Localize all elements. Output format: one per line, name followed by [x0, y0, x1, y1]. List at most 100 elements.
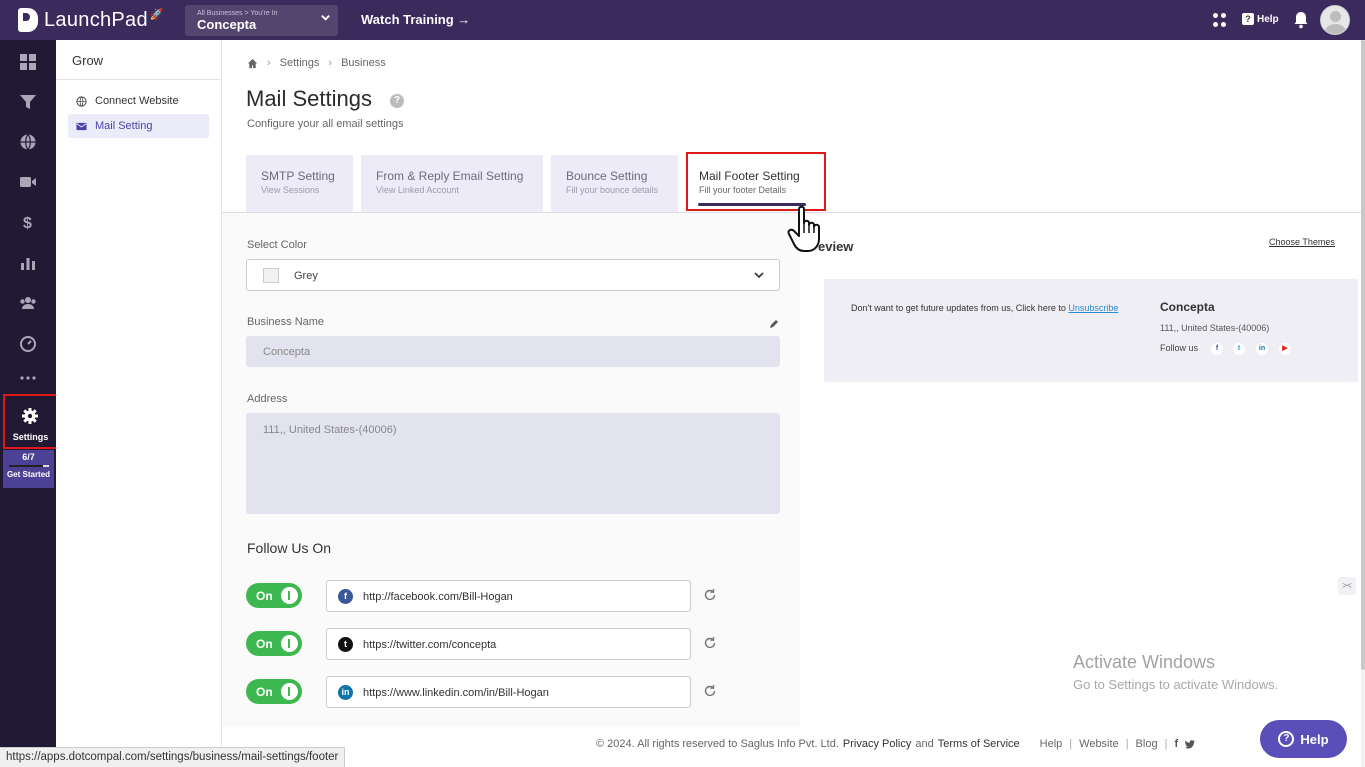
help-fab-label: Help — [1300, 731, 1329, 747]
bell-icon[interactable] — [1293, 11, 1309, 29]
unsubscribe-text: Don't want to get future updates from us… — [851, 303, 1118, 313]
refresh-icon[interactable] — [703, 588, 717, 602]
footer-pipe: | — [1125, 738, 1129, 750]
linkedin-url-input[interactable]: in https://www.linkedin.com/in/Bill-Hoga… — [326, 676, 691, 708]
footer-pipe: | — [1069, 738, 1073, 750]
page-footer: © 2024. All rights reserved to Saglus In… — [596, 738, 1196, 750]
twitter-icon: t — [338, 637, 353, 652]
tab-subtitle: Fill your footer Details — [699, 185, 787, 195]
dashboard-icon[interactable] — [19, 53, 37, 71]
settings-label: Settings — [12, 432, 49, 442]
social-row-facebook: On f http://facebook.com/Bill-Hogan — [246, 580, 726, 612]
tab-from-reply-email[interactable]: From & Reply Email Setting View Linked A… — [361, 155, 543, 212]
footer-and: and — [915, 738, 934, 750]
unsubscribe-link[interactable]: Unsubscribe — [1068, 303, 1118, 313]
address-label: Address — [247, 393, 288, 405]
video-icon[interactable] — [19, 173, 37, 191]
home-icon[interactable] — [247, 58, 258, 69]
windows-watermark-subtitle: Go to Settings to activate Windows. — [1073, 677, 1279, 692]
twitter-url: https://twitter.com/concepta — [363, 639, 497, 651]
privacy-policy-link[interactable]: Privacy Policy — [843, 738, 911, 750]
preview-address: 111,, United States-(40006) — [1160, 323, 1270, 333]
youtube-icon[interactable]: ▶ — [1279, 343, 1291, 355]
users-icon[interactable] — [19, 294, 37, 312]
chevron-down-icon — [754, 272, 764, 279]
color-select[interactable]: Grey — [246, 259, 780, 291]
twitter-toggle[interactable]: On — [246, 631, 302, 656]
page-subtitle: Configure your all email settings — [247, 118, 404, 130]
page-title: Mail Settings — [246, 86, 372, 111]
twitter-url-input[interactable]: t https://twitter.com/concepta — [326, 628, 691, 660]
scrollbar-thumb[interactable] — [1361, 40, 1365, 670]
collapse-handle-icon[interactable]: >< — [1338, 577, 1356, 595]
status-bar-url: https://apps.dotcompal.com/settings/busi… — [0, 747, 346, 767]
analytics-icon[interactable] — [19, 254, 37, 272]
user-avatar[interactable] — [1320, 5, 1350, 35]
progress-fraction: 6/7 — [22, 452, 35, 462]
gauge-icon[interactable] — [19, 335, 37, 353]
linkedin-toggle[interactable]: On — [246, 679, 302, 704]
rail-settings-item[interactable]: Settings — [3, 394, 58, 449]
footer-blog-link[interactable]: Blog — [1136, 738, 1158, 750]
business-name-label: Business Name — [247, 316, 325, 328]
subnav-item-mail-setting[interactable]: Mail Setting — [68, 114, 209, 138]
unsubscribe-message: Don't want to get future updates from us… — [851, 303, 1069, 313]
watch-training-link[interactable]: Watch Training → — [361, 12, 470, 27]
facebook-icon[interactable]: f — [1174, 738, 1178, 750]
left-rail: $ Settings 6/7 Get Started — [0, 40, 58, 767]
sub-nav: Grow Connect Website Mail Setting — [56, 40, 222, 767]
subnav-item-connect-website[interactable]: Connect Website — [68, 89, 209, 113]
progress-fill — [8, 465, 43, 467]
footer-pipe: | — [1164, 738, 1168, 750]
social-row-twitter: On t https://twitter.com/concepta — [246, 628, 726, 660]
progress-bar — [8, 465, 49, 467]
facebook-toggle[interactable]: On — [246, 583, 302, 608]
refresh-icon[interactable] — [703, 636, 717, 650]
facebook-icon[interactable]: f — [1211, 343, 1223, 355]
launchpad-logo-icon — [18, 8, 38, 32]
subnav-title: Grow — [72, 53, 104, 68]
globe-icon[interactable] — [19, 133, 37, 151]
breadcrumb: › Settings › Business — [247, 57, 386, 69]
subnav-item-label: Mail Setting — [95, 120, 153, 132]
help-circle-icon[interactable]: ? — [390, 94, 404, 108]
help-link[interactable]: ? Help — [1242, 13, 1279, 25]
footer-website-link[interactable]: Website — [1079, 738, 1119, 750]
facebook-url: http://facebook.com/Bill-Hogan — [363, 591, 513, 603]
breadcrumb-separator: › — [267, 57, 271, 69]
footer-help-link[interactable]: Help — [1040, 738, 1063, 750]
apps-grid-icon[interactable] — [1213, 13, 1227, 27]
help-fab-button[interactable]: ? Help — [1260, 720, 1347, 758]
dollar-icon[interactable]: $ — [19, 213, 37, 232]
toggle-knob — [281, 587, 298, 604]
more-icon[interactable] — [19, 369, 37, 387]
breadcrumb-settings[interactable]: Settings — [280, 57, 320, 69]
help-icon: ? — [1242, 13, 1254, 25]
terms-link[interactable]: Terms of Service — [938, 738, 1020, 750]
tab-smtp-setting[interactable]: SMTP Setting View Sessions — [246, 155, 353, 212]
top-bar: LaunchPad 🚀 All Businesses > You're In C… — [0, 0, 1365, 40]
preview-follow-label: Follow us — [1160, 343, 1199, 353]
choose-themes-link[interactable]: Choose Themes — [1269, 237, 1335, 247]
twitter-icon[interactable] — [1185, 739, 1196, 749]
tab-bounce-setting[interactable]: Bounce Setting Fill your bounce details — [551, 155, 678, 212]
subnav-item-label: Connect Website — [95, 95, 179, 107]
follow-us-title: Follow Us On — [247, 540, 332, 556]
help-icon: ? — [1278, 731, 1295, 747]
get-started-progress[interactable]: 6/7 Get Started — [3, 450, 54, 488]
business-switcher[interactable]: All Businesses > You're In Concepta — [185, 5, 338, 36]
facebook-url-input[interactable]: f http://facebook.com/Bill-Hogan — [326, 580, 691, 612]
pencil-icon[interactable] — [768, 318, 780, 330]
launchpad-logo[interactable]: LaunchPad 🚀 — [18, 7, 164, 33]
tab-title: From & Reply Email Setting — [376, 169, 524, 183]
breadcrumb-business[interactable]: Business — [341, 57, 386, 69]
linkedin-icon[interactable]: in — [1256, 343, 1268, 355]
funnel-icon[interactable] — [19, 93, 37, 111]
linkedin-url: https://www.linkedin.com/in/Bill-Hogan — [363, 687, 549, 699]
tab-subtitle: Fill your bounce details — [566, 185, 659, 195]
chevron-down-icon — [320, 12, 331, 26]
refresh-icon[interactable] — [703, 684, 717, 698]
windows-watermark-title: Activate Windows — [1073, 652, 1216, 672]
color-select-value: Grey — [294, 270, 318, 282]
twitter-icon[interactable]: t — [1233, 343, 1245, 355]
